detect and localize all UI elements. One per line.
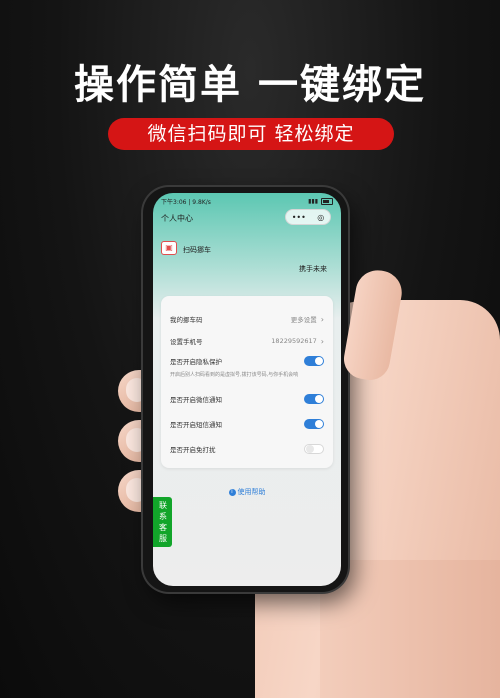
sms-notify-label: 是否开启短信通知 — [170, 421, 222, 429]
brand-label: 携手未来 — [299, 265, 327, 273]
privacy-row: 是否开启隐私保护 — [170, 356, 324, 366]
dnd-row: 是否开启免打扰 — [170, 444, 324, 454]
help-link[interactable]: i 使用帮助 — [153, 487, 341, 497]
dnd-toggle[interactable] — [304, 444, 324, 454]
phone-label: 设置手机号 — [170, 338, 203, 346]
info-icon: i — [228, 488, 236, 496]
wechat-notify-toggle[interactable] — [304, 394, 324, 404]
wechat-notify-label: 是否开启微信通知 — [170, 396, 222, 404]
scan-icon[interactable]: ▣ — [161, 241, 177, 255]
close-icon[interactable]: ◎ — [317, 213, 324, 222]
sms-notify-row: 是否开启短信通知 — [170, 419, 324, 429]
miniprogram-capsule[interactable]: ••• ◎ — [285, 209, 331, 225]
more-settings-link[interactable]: 更多设置 — [291, 314, 317, 324]
help-link-label[interactable]: 使用帮助 — [238, 488, 266, 496]
chevron-right-icon: › — [320, 314, 324, 324]
my-plate-label: 我的挪车码 — [170, 316, 203, 324]
phone-row[interactable]: 设置手机号 18229592617 › — [170, 336, 324, 347]
phone-screen: 下午3:06 | 9.8K/s ▮▮▮ 个人中心 ••• ◎ ▣ 扫码挪车 携手… — [153, 193, 341, 586]
promo-headline: 操作简单 一键绑定 — [74, 62, 426, 108]
privacy-label: 是否开启隐私保护 — [170, 358, 222, 366]
battery-icon — [321, 197, 333, 205]
promo-subheadline: 微信扫码即可 轻松绑定 — [108, 118, 394, 150]
my-plate-row[interactable]: 我的挪车码 更多设置 › — [170, 314, 324, 325]
status-bar: 下午3:06 | 9.8K/s ▮▮▮ — [161, 195, 333, 207]
chevron-right-icon: › — [320, 336, 324, 346]
scan-move-car-button[interactable]: 扫码挪车 — [183, 245, 211, 255]
more-icon[interactable]: ••• — [292, 213, 306, 222]
contact-service-button[interactable]: 联系客服 — [153, 497, 172, 547]
status-time: 下午3:06 | 9.8K/s — [161, 198, 211, 206]
settings-card: 我的挪车码 更多设置 › 设置手机号 18229592617 › 是否开启隐私保护 … — [161, 296, 333, 468]
privacy-toggle[interactable] — [304, 356, 324, 366]
wechat-notify-row: 是否开启微信通知 — [170, 394, 324, 404]
privacy-description: 开启后别人扫码看到的是虚拟号,拨打该号码,与你手机会响 — [170, 372, 299, 378]
page-title: 个人中心 — [161, 214, 193, 223]
dnd-label: 是否开启免打扰 — [170, 446, 216, 454]
signal-icon: ▮▮▮ — [308, 197, 318, 205]
hand-wrist — [320, 560, 500, 698]
status-icons: ▮▮▮ — [308, 197, 333, 205]
sms-notify-toggle[interactable] — [304, 419, 324, 429]
phone-value: 18229592617 — [271, 337, 317, 345]
